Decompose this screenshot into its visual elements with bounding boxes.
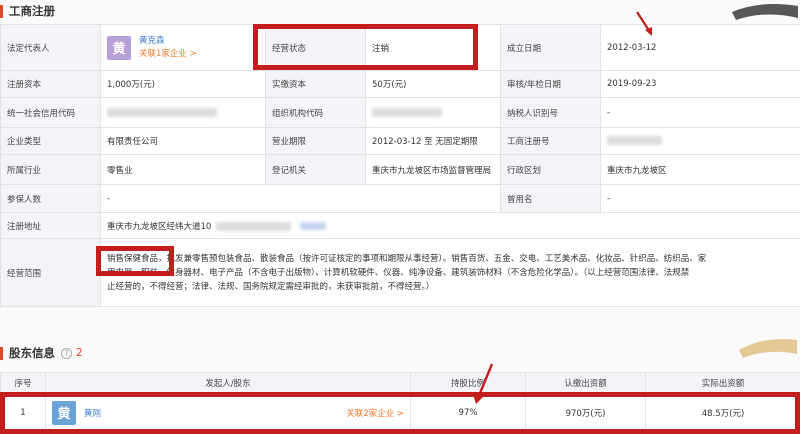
person-text: 黄克森 关联1家企业 > bbox=[139, 35, 197, 61]
section-header-shareholders: 股东信息 ? 2 bbox=[0, 342, 83, 364]
reg-capital-value: 1,000万(元) bbox=[101, 71, 266, 98]
industry-label: 所属行业 bbox=[1, 155, 101, 185]
founded-label: 成立日期 bbox=[501, 25, 601, 71]
col-header-index: 序号 bbox=[1, 373, 46, 393]
paid-capital-value: 50万(元) bbox=[366, 71, 501, 98]
insured-value: - bbox=[101, 185, 501, 213]
founded-value: 2012-03-12 bbox=[601, 25, 800, 71]
company-type-value: 有限责任公司 bbox=[101, 128, 266, 155]
brush-stroke-decoration bbox=[730, 0, 800, 24]
org-code-value bbox=[366, 98, 501, 128]
paid-capital-label: 实缴资本 bbox=[266, 71, 366, 98]
table-row: 注册地址 重庆市九龙坡区经纬大道10 bbox=[1, 213, 800, 239]
help-icon[interactable]: ? bbox=[61, 348, 72, 359]
org-code-label: 组织机构代码 bbox=[266, 98, 366, 128]
approval-label: 审核/年检日期 bbox=[501, 71, 601, 98]
col-header-paid: 实际出资额 bbox=[646, 373, 800, 393]
legal-rep-related-link[interactable]: 关联1家企业 > bbox=[139, 48, 197, 61]
table-row: 所属行业 零售业 登记机关 重庆市九龙坡区市场监督管理局 行政区划 重庆市九龙坡… bbox=[1, 155, 800, 185]
former-name-value: - bbox=[601, 185, 800, 213]
scope-line: 止经营的，不得经营；法律、法规、国务院规定需经审批的，未获审批前，不得经营。） bbox=[107, 280, 794, 294]
redacted-blur bbox=[216, 222, 291, 231]
brush-stroke-decoration bbox=[735, 330, 800, 360]
reg-capital-label: 注册资本 bbox=[1, 71, 101, 98]
taxpayer-id-value: - bbox=[601, 98, 800, 128]
approval-value: 2019-09-23 bbox=[601, 71, 800, 98]
insured-label: 参保人数 bbox=[1, 185, 101, 213]
former-name-label: 曾用名 bbox=[501, 185, 601, 213]
highlight-box-scope bbox=[96, 246, 174, 276]
red-arrow-icon bbox=[470, 360, 496, 406]
table-header-row: 序号 发起人/股东 持股比例 认缴出资额 实际出资额 bbox=[1, 373, 800, 393]
taxpayer-id-label: 纳税人识别号 bbox=[501, 98, 601, 128]
reg-no-label: 工商注册号 bbox=[501, 128, 601, 155]
section-title: 工商注册 bbox=[9, 3, 55, 19]
col-header-ratio: 持股比例 bbox=[411, 373, 526, 393]
term-label: 营业期限 bbox=[266, 128, 366, 155]
table-row: 参保人数 - 曾用名 - bbox=[1, 185, 800, 213]
table-row: 注册资本 1,000万(元) 实缴资本 50万(元) 审核/年检日期 2019-… bbox=[1, 71, 800, 98]
scope-value: 销售保健食品，批发兼零售预包装食品、散装食品（按许可证核定的事项和期限从事经营）… bbox=[101, 239, 800, 307]
section-marker bbox=[0, 347, 3, 360]
scope-label: 经营范围 bbox=[1, 239, 101, 307]
credit-code-value bbox=[101, 98, 266, 128]
map-link-blur[interactable] bbox=[300, 222, 326, 230]
table-row: 企业类型 有限责任公司 营业期限 2012-03-12 至 无固定期限 工商注册… bbox=[1, 128, 800, 155]
legal-rep-name[interactable]: 黄克森 bbox=[139, 35, 197, 48]
section-marker bbox=[0, 5, 3, 18]
company-type-label: 企业类型 bbox=[1, 128, 101, 155]
scope-line: 销售保健食品，批发兼零售预包装食品、散装食品（按许可证核定的事项和期限从事经营）… bbox=[107, 252, 794, 266]
industry-value: 零售业 bbox=[101, 155, 266, 185]
col-header-subscribed: 认缴出资额 bbox=[526, 373, 646, 393]
section-title: 股东信息 bbox=[9, 345, 55, 361]
scope-line-text: 品，批发兼零售预包装食品、散装食品（按许可证核定的事项和期限从事经营）。销售百货… bbox=[150, 254, 707, 264]
address-label: 注册地址 bbox=[1, 213, 101, 239]
col-header-shareholder: 发起人/股东 bbox=[46, 373, 411, 393]
redacted-blur bbox=[107, 108, 217, 117]
address-value: 重庆市九龙坡区经纬大道10 bbox=[107, 222, 211, 232]
legal-rep-label: 法定代表人 bbox=[1, 25, 101, 71]
term-value: 2012-03-12 至 无固定期限 bbox=[366, 128, 501, 155]
shareholder-count: 2 bbox=[76, 347, 83, 359]
address-cell: 重庆市九龙坡区经纬大道10 bbox=[101, 213, 800, 239]
legal-rep-person: 黄 黄克森 关联1家企业 > bbox=[107, 35, 259, 61]
redacted-blur bbox=[372, 108, 442, 117]
redacted-blur bbox=[607, 136, 662, 145]
legal-rep-cell: 黄 黄克森 关联1家企业 > bbox=[101, 25, 266, 71]
page: 工商注册 法定代表人 黄 黄克森 关联1家企业 > 经营状态 注销 成立日期 bbox=[0, 0, 800, 428]
table-row: 统一社会信用代码 组织机构代码 纳税人识别号 - bbox=[1, 98, 800, 128]
scope-line: 用电器、服装、健身器材、电子产品（不含电子出版物）、计算机软硬件、仪器、纯净设备… bbox=[107, 266, 794, 280]
region-label: 行政区划 bbox=[501, 155, 601, 185]
region-value: 重庆市九龙坡区 bbox=[601, 155, 800, 185]
authority-label: 登记机关 bbox=[266, 155, 366, 185]
highlight-box-status bbox=[253, 24, 478, 70]
section-header-registration: 工商注册 bbox=[0, 0, 55, 22]
red-arrow-icon bbox=[633, 8, 655, 38]
authority-value: 重庆市九龙坡区市场监督管理局 bbox=[366, 155, 501, 185]
reg-no-value bbox=[601, 128, 800, 155]
credit-code-label: 统一社会信用代码 bbox=[1, 98, 101, 128]
avatar: 黄 bbox=[107, 36, 131, 60]
